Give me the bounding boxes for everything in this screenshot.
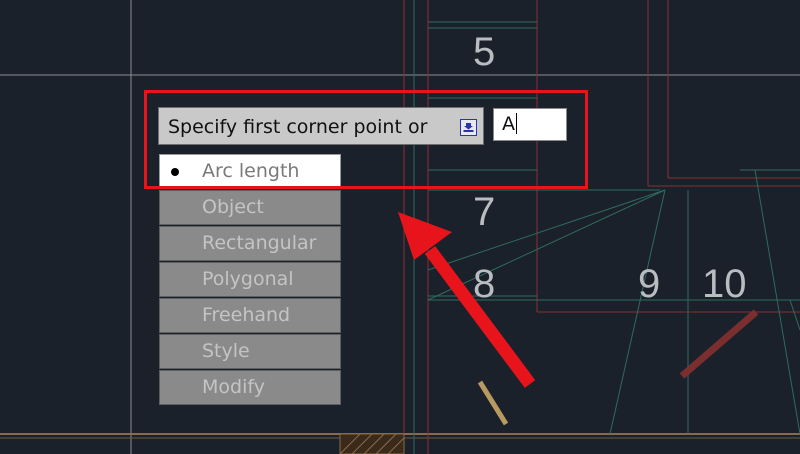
annotation-arrow-icon	[398, 212, 536, 388]
drawing-canvas[interactable]: 5 7 8 9 10 Specify first corner point or…	[0, 0, 800, 454]
